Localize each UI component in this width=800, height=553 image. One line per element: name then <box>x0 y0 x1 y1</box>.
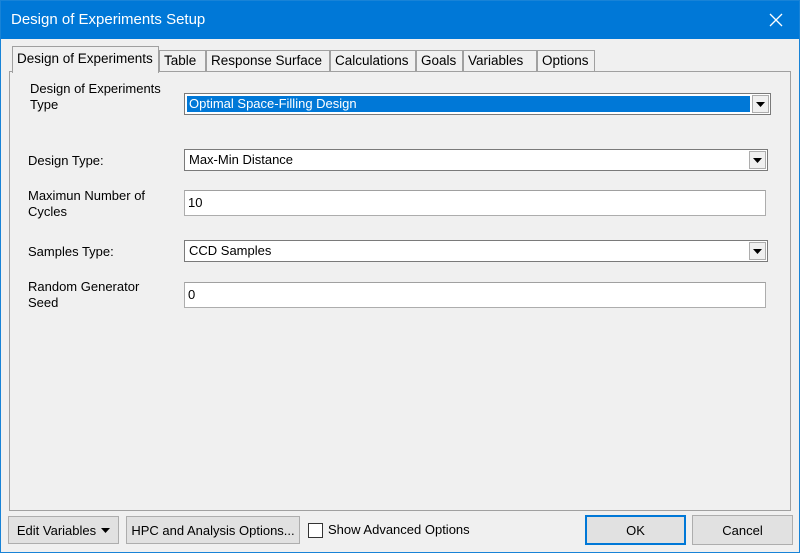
doe-type-select[interactable]: Optimal Space-Filling Design <box>184 93 771 115</box>
tab-options[interactable]: Options <box>537 50 595 72</box>
tab-calculations[interactable]: Calculations <box>330 50 416 72</box>
design-type-label: Design Type: <box>28 153 104 168</box>
chevron-down-icon <box>753 157 762 163</box>
doe-type-label: Design of Experiments Type <box>30 81 161 112</box>
tab-design-of-experiments[interactable]: Design of Experiments <box>12 46 159 73</box>
tab-table[interactable]: Table <box>159 50 206 72</box>
design-type-value: Max-Min Distance <box>189 152 294 167</box>
ok-button[interactable]: OK <box>585 515 686 545</box>
dialog-window: Design of Experiments Setup Design of Ex… <box>0 0 800 553</box>
doe-type-dropdown-button[interactable] <box>752 95 769 113</box>
design-type-select[interactable]: Max-Min Distance <box>184 149 768 171</box>
samples-type-select[interactable]: CCD Samples <box>184 240 768 262</box>
close-button[interactable] <box>753 1 799 39</box>
caret-down-icon <box>101 527 111 533</box>
tab-goals[interactable]: Goals <box>416 50 463 72</box>
window-title: Design of Experiments Setup <box>11 11 206 28</box>
seed-value: 0 <box>188 287 196 302</box>
seed-label: Random Generator Seed <box>28 279 140 310</box>
max-cycles-value: 10 <box>188 195 203 210</box>
max-cycles-input[interactable]: 10 <box>184 190 766 216</box>
close-icon <box>769 13 783 27</box>
tab-response-surface[interactable]: Response Surface <box>206 50 330 72</box>
cancel-button[interactable]: Cancel <box>692 515 793 545</box>
doe-type-value: Optimal Space-Filling Design <box>187 96 750 112</box>
samples-type-value: CCD Samples <box>189 243 272 258</box>
edit-variables-label: Edit Variables <box>16 522 97 538</box>
samples-type-dropdown-button[interactable] <box>749 242 766 260</box>
tab-panel: Design of Experiments Type Optimal Space… <box>9 71 791 511</box>
show-advanced-label[interactable]: Show Advanced Options <box>328 522 470 538</box>
tab-variables[interactable]: Variables <box>463 50 537 72</box>
title-bar[interactable]: Design of Experiments Setup <box>1 1 799 39</box>
edit-variables-button[interactable]: Edit Variables <box>8 516 119 544</box>
samples-type-label: Samples Type: <box>28 244 114 259</box>
chevron-down-icon <box>756 101 765 107</box>
seed-input[interactable]: 0 <box>184 282 766 308</box>
hpc-analysis-options-button[interactable]: HPC and Analysis Options... <box>126 516 300 544</box>
design-type-dropdown-button[interactable] <box>749 151 766 169</box>
show-advanced-checkbox[interactable] <box>308 523 323 538</box>
chevron-down-icon <box>753 248 762 254</box>
max-cycles-label: Maximun Number of Cycles <box>28 188 146 219</box>
